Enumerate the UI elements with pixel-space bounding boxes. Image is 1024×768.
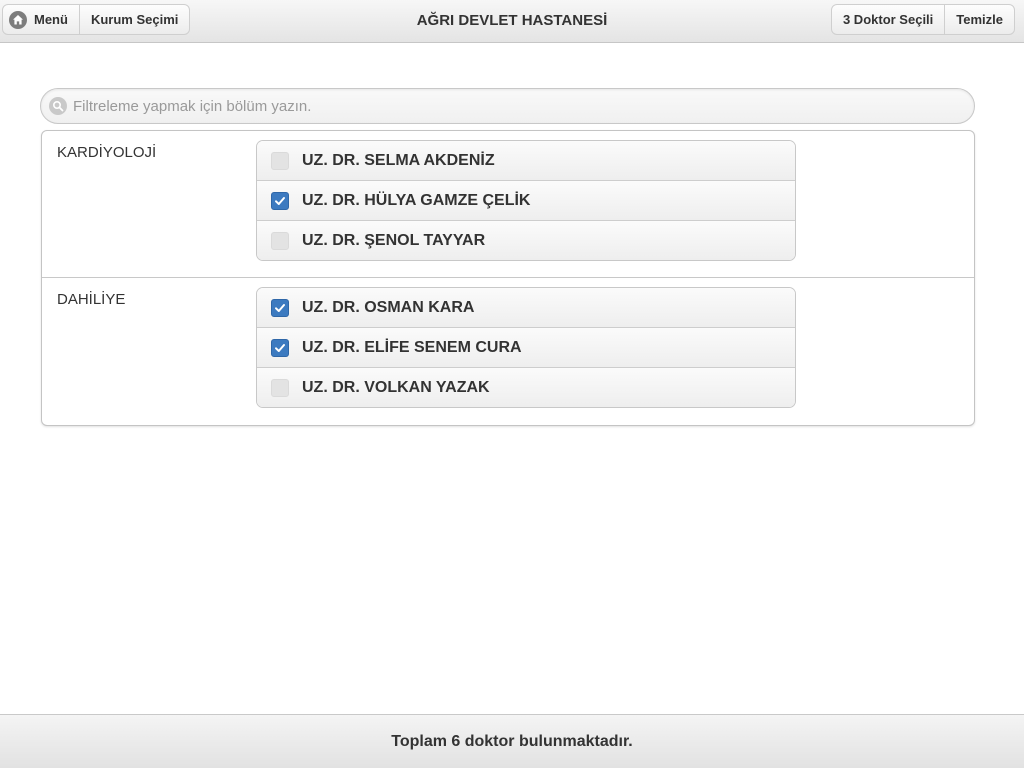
doctor-item[interactable]: UZ. DR. ELİFE SENEM CURA: [257, 328, 795, 368]
doctor-name: UZ. DR. VOLKAN YAZAK: [302, 378, 490, 396]
selected-doctors-button[interactable]: 3 Doktor Seçili: [832, 5, 946, 34]
clear-button[interactable]: Temizle: [945, 5, 1014, 34]
checkbox[interactable]: [271, 298, 289, 317]
left-button-group: Menü Kurum Seçimi: [2, 4, 191, 35]
doctor-name: UZ. DR. OSMAN KARA: [302, 298, 475, 316]
doctor-name: UZ. DR. ŞENOL TAYYAR: [302, 231, 486, 249]
checkbox[interactable]: [271, 378, 289, 397]
doctor-item[interactable]: UZ. DR. OSMAN KARA: [257, 288, 795, 328]
home-icon: [9, 10, 27, 29]
doctor-item[interactable]: UZ. DR. HÜLYA GAMZE ÇELİK: [257, 181, 795, 221]
department-filter: [40, 88, 975, 124]
checkbox[interactable]: [271, 231, 289, 250]
doctor-list: UZ. DR. OSMAN KARA UZ. DR. ELİFE SENEM C…: [256, 287, 796, 408]
menu-button-label: Menü: [34, 12, 68, 27]
selected-doctors-label: 3 Doktor Seçili: [842, 12, 934, 27]
checkbox[interactable]: [271, 151, 289, 170]
checkmark-icon: [275, 343, 285, 352]
department-row-dahiliye: DAHİLİYE UZ. DR. OSMAN KARA UZ. DR. ELİF…: [42, 278, 974, 425]
department-row-kardiyoloji: KARDİYOLOJİ UZ. DR. SELMA AKDENİZ UZ. DR…: [42, 131, 974, 278]
checkmark-icon: [275, 196, 285, 205]
doctor-list: UZ. DR. SELMA AKDENİZ UZ. DR. HÜLYA GAMZ…: [256, 140, 796, 261]
doctor-count-text: Toplam 6 doktor bulunmaktadır.: [391, 732, 633, 750]
doctor-name: UZ. DR. ELİFE SENEM CURA: [302, 338, 522, 356]
bottom-toolbar: Toplam 6 doktor bulunmaktadır.: [0, 714, 1024, 768]
doctor-item[interactable]: UZ. DR. ŞENOL TAYYAR: [257, 221, 795, 260]
department-name: DAHİLİYE: [57, 291, 126, 308]
clear-button-label: Temizle: [956, 12, 1003, 27]
institution-select-button[interactable]: Kurum Seçimi: [80, 5, 189, 34]
institution-select-label: Kurum Seçimi: [90, 12, 179, 27]
doctor-name: UZ. DR. SELMA AKDENİZ: [302, 151, 495, 169]
department-list: KARDİYOLOJİ UZ. DR. SELMA AKDENİZ UZ. DR…: [41, 130, 975, 426]
top-toolbar: Menü Kurum Seçimi AĞRI DEVLET HASTANESİ …: [0, 0, 1024, 43]
checkmark-icon: [275, 303, 285, 312]
right-button-group: 3 Doktor Seçili Temizle: [830, 4, 1015, 35]
department-name: KARDİYOLOJİ: [57, 144, 157, 161]
menu-button[interactable]: Menü: [3, 5, 80, 34]
doctor-name: UZ. DR. HÜLYA GAMZE ÇELİK: [302, 191, 531, 209]
doctor-item[interactable]: UZ. DR. SELMA AKDENİZ: [257, 141, 795, 181]
department-filter-input[interactable]: [73, 97, 953, 115]
checkbox[interactable]: [271, 191, 289, 210]
checkbox[interactable]: [271, 338, 289, 357]
doctor-item[interactable]: UZ. DR. VOLKAN YAZAK: [257, 368, 795, 407]
search-icon: [49, 97, 67, 115]
